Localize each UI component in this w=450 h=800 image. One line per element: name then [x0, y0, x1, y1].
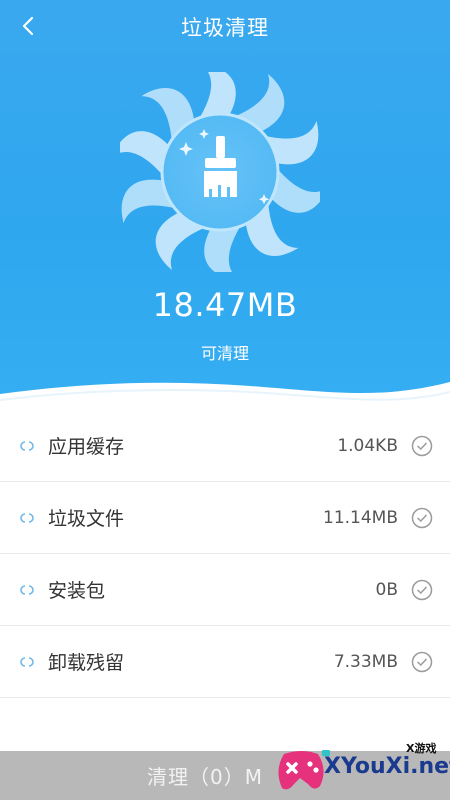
page-title: 垃圾清理: [181, 16, 269, 40]
list-item-app-cache[interactable]: 应用缓存 1.04KB: [0, 410, 450, 482]
cleanable-label: 可清理: [200, 344, 249, 363]
watermark-site-text: XYouXi.net: [324, 754, 450, 779]
item-label: 安装包: [48, 580, 106, 602]
cleaner-swirl-graphic: [120, 72, 320, 272]
gamepad-logo-icon: [278, 750, 330, 790]
watermark-logo: X游戏 XYouXi.net: [272, 740, 450, 800]
check-circle-icon[interactable]: [410, 578, 434, 602]
wave-divider: [0, 382, 450, 410]
cleanable-size: 18.47MB: [152, 286, 298, 324]
item-size: 0B: [375, 579, 398, 600]
item-label: 卸载残留: [48, 652, 125, 674]
list-item-junk-files[interactable]: 垃圾文件 11.14MB: [0, 482, 450, 554]
check-circle-icon[interactable]: [410, 506, 434, 530]
clean-button-label: 清理（0）M: [147, 765, 263, 789]
item-size: 1.04KB: [337, 435, 398, 456]
spinner-icon: [20, 511, 42, 525]
list-item-uninstall-residue[interactable]: 卸载残留 7.33MB: [0, 626, 450, 698]
header-panel: 垃圾清理 18.47MB 可清理: [0, 0, 450, 410]
item-size: 7.33MB: [333, 651, 398, 672]
spinner-icon: [20, 439, 42, 453]
item-label: 应用缓存: [48, 436, 125, 458]
list-item-install-packages[interactable]: 安装包 0B: [0, 554, 450, 626]
clean-category-list: 应用缓存 1.04KB 垃圾文件 11.14MB 安装包 0B 卸载残留 7.3…: [0, 410, 450, 698]
spinner-icon: [20, 655, 42, 669]
top-bar: 垃圾清理: [0, 0, 450, 52]
item-label: 垃圾文件: [48, 508, 125, 530]
spinner-icon: [20, 583, 42, 597]
check-circle-icon[interactable]: [410, 650, 434, 674]
check-circle-icon[interactable]: [410, 434, 434, 458]
item-size: 11.14MB: [323, 507, 398, 528]
